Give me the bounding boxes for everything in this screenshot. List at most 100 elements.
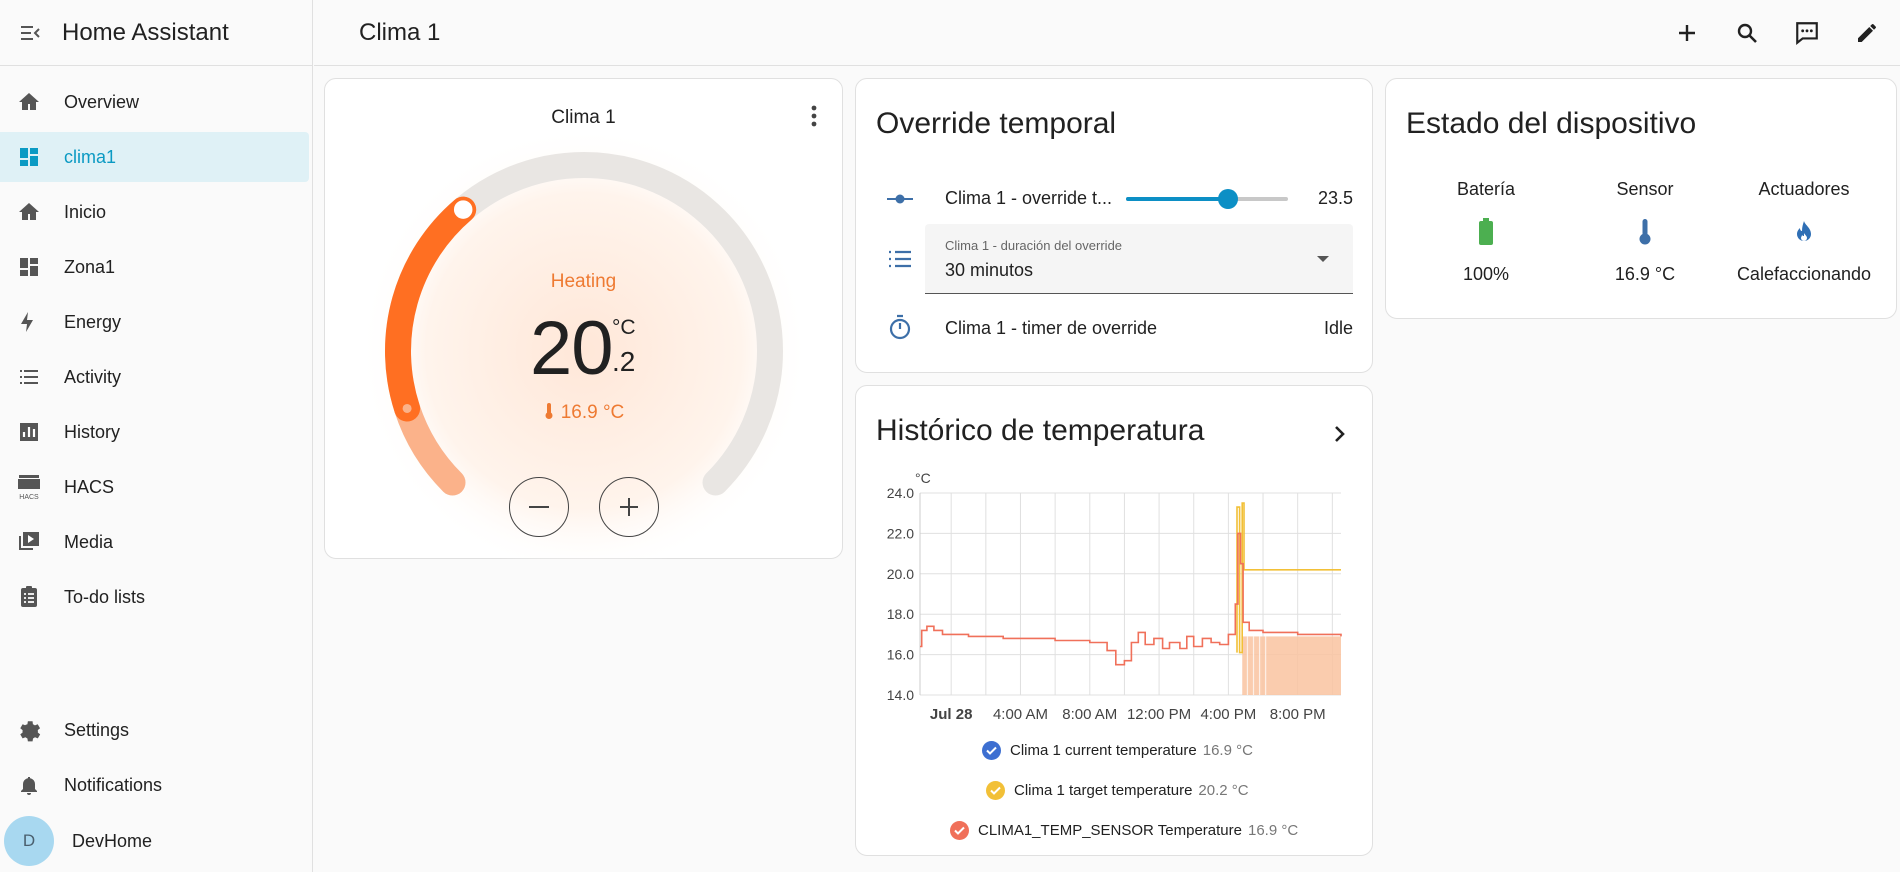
check-icon [986, 781, 1005, 800]
target-temperature-decimal: .2 [612, 346, 636, 377]
x-tick-label: 8:00 AM [1062, 706, 1117, 723]
override-timer-state: Idle [1323, 318, 1353, 338]
legend-item-current[interactable]: Clima 1 current temperature 16.9 °C [982, 741, 1253, 760]
legend-value: 16.9 °C [1248, 822, 1299, 839]
thermometer-icon [1565, 212, 1725, 252]
timer-icon [886, 313, 914, 341]
x-tick-label: 8:00 PM [1270, 706, 1326, 723]
add-icon[interactable] [1671, 17, 1703, 49]
legend-name: Clima 1 target temperature [1014, 782, 1193, 799]
actuators-column[interactable]: Actuadores Calefaccionando [1724, 179, 1884, 285]
sensor-column[interactable]: Sensor 16.9 °C [1565, 179, 1725, 285]
sidebar-item-label: HACS [64, 476, 115, 497]
sidebar-item-label: Activity [64, 366, 122, 387]
gear-icon [15, 716, 43, 744]
sidebar-header: Home Assistant [0, 0, 312, 66]
user-name: DevHome [72, 830, 153, 851]
sidebar-item-inicio[interactable]: Inicio [0, 187, 310, 237]
sidebar-item-energy[interactable]: Energy [0, 297, 310, 347]
history-card: Histórico de temperatura 24.0 22.0 20.0 18.… [855, 385, 1373, 856]
list-icon [886, 245, 914, 273]
legend-value: 16.9 °C [1202, 742, 1253, 759]
sidebar-item-media[interactable]: Media [0, 517, 310, 567]
legend-name: CLIMA1_TEMP_SENSOR Temperature [978, 822, 1242, 839]
slider-knob[interactable] [1218, 189, 1239, 209]
lightning-icon [15, 308, 43, 336]
sidebar-item-user[interactable]: D DevHome [0, 815, 310, 867]
sidebar-item-clima1[interactable]: clima1 [0, 132, 309, 182]
y-tick-label: 18.0 [887, 606, 914, 622]
override-slider-name: Clima 1 - override t... [945, 188, 1113, 208]
menu-collapse-icon[interactable] [16, 19, 44, 47]
sensor-value: 16.9 °C [1614, 264, 1676, 284]
sidebar: Home Assistant Overview clima1 Inicio Zo… [0, 0, 313, 872]
chevron-down-icon [1317, 256, 1329, 262]
hacs-icon: HACS [15, 473, 43, 501]
sidebar-item-label: Zona1 [64, 256, 116, 277]
page-title: Clima 1 [359, 18, 441, 46]
check-icon [950, 821, 969, 840]
sidebar-item-hacs[interactable]: HACS HACS [0, 462, 310, 512]
y-tick-label: 14.0 [887, 687, 914, 703]
y-axis-label: °C [915, 470, 931, 486]
thermometer-icon [545, 403, 553, 419]
x-tick-label: Jul 28 [930, 706, 973, 723]
clipboard-list-icon [15, 583, 43, 611]
sidebar-item-notifications[interactable]: Notifications [0, 760, 310, 810]
decrease-temperature-button[interactable] [509, 477, 569, 537]
sidebar-item-label: clima1 [64, 146, 117, 167]
device-status-card: Estado del dispositivo Batería 100% Sens… [1385, 78, 1897, 319]
chart-box-icon [15, 418, 43, 446]
heating-area [1242, 636, 1341, 695]
sidebar-item-label: Overview [64, 91, 140, 112]
sidebar-item-settings[interactable]: Settings [0, 705, 310, 755]
battery-value: 100% [1462, 264, 1510, 284]
x-tick-label: 4:00 AM [993, 706, 1048, 723]
y-tick-label: 20.0 [887, 566, 914, 582]
sidebar-item-overview[interactable]: Overview [0, 77, 310, 127]
override-slider-value: 23.5 [1317, 188, 1353, 208]
svg-text:HACS: HACS [19, 494, 39, 501]
sidebar-item-history[interactable]: History [0, 407, 310, 457]
list-icon [15, 363, 43, 391]
avatar: D [4, 816, 54, 866]
card-title: Estado del dispositivo [1406, 107, 1697, 140]
sidebar-item-label: To-do lists [64, 586, 146, 607]
override-duration-select[interactable]: Clima 1 - duración del override 30 minut… [925, 224, 1353, 294]
temperature-unit: °C [612, 316, 636, 339]
card-title: Override temporal [876, 107, 1117, 140]
check-icon [982, 741, 1001, 760]
battery-icon [1406, 212, 1566, 252]
legend-item-sensor[interactable]: CLIMA1_TEMP_SENSOR Temperature 16.9 °C [950, 821, 1298, 840]
search-icon[interactable] [1731, 17, 1763, 49]
sidebar-item-activity[interactable]: Activity [0, 352, 310, 402]
slider-fill [1126, 197, 1229, 201]
increase-temperature-button[interactable] [599, 477, 659, 537]
override-card: Override temporal Clima 1 - override t..… [855, 78, 1373, 373]
sidebar-item-label: Inicio [64, 201, 107, 222]
current-temperature: 16.9 °C [325, 402, 842, 424]
legend-name: Clima 1 current temperature [1010, 742, 1197, 759]
dashboard-icon [15, 143, 43, 171]
x-tick-label: 12:00 PM [1127, 706, 1191, 723]
legend-item-target[interactable]: Clima 1 target temperature 20.2 °C [986, 781, 1249, 800]
current-temperature-value: 16.9 °C [560, 402, 625, 423]
override-temperature-slider[interactable] [1126, 187, 1288, 211]
assist-chat-icon[interactable] [1791, 17, 1823, 49]
override-timer-name: Clima 1 - timer de override [945, 318, 1158, 338]
sensor-label: Sensor [1616, 179, 1674, 199]
home-icon [15, 88, 43, 116]
actuators-value: Calefaccionando [1736, 264, 1872, 284]
sidebar-item-zona1[interactable]: Zona1 [0, 242, 310, 292]
x-tick-label: 4:00 PM [1200, 706, 1256, 723]
battery-column[interactable]: Batería 100% [1406, 179, 1566, 285]
sidebar-item-label: Settings [64, 719, 130, 740]
sidebar-item-label: Energy [64, 311, 122, 332]
home-icon [15, 198, 43, 226]
temperature-history-chart[interactable]: 24.0 22.0 20.0 18.0 16.0 14.0 °C Jul 28 4:00 AM 8… [856, 386, 1374, 726]
legend-value: 20.2 °C [1198, 782, 1249, 799]
sidebar-item-label: Media [64, 531, 114, 552]
sidebar-item-todo[interactable]: To-do lists [0, 572, 310, 622]
y-tick-label: 16.0 [887, 647, 914, 663]
edit-pencil-icon[interactable] [1851, 17, 1883, 49]
